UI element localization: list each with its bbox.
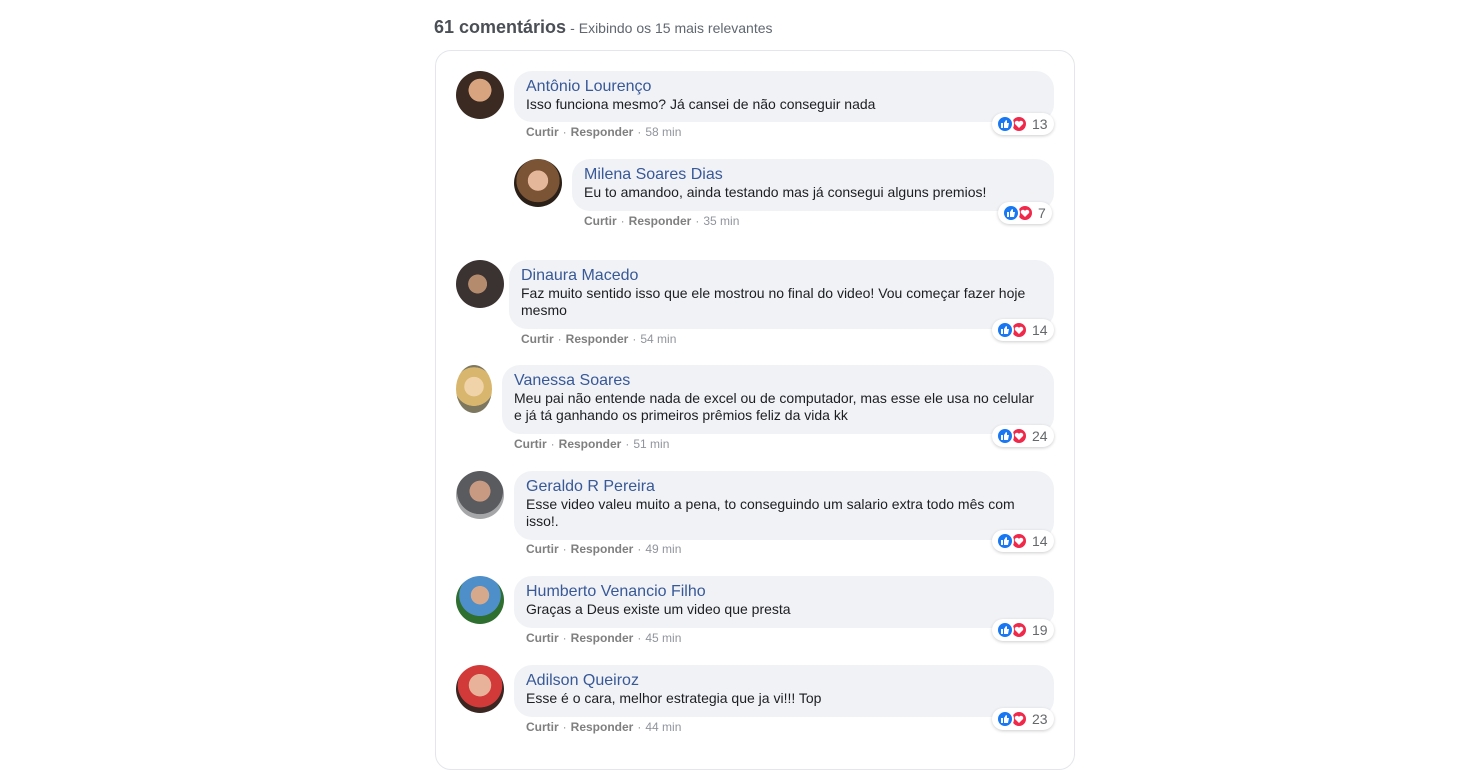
comment-count: 61 comentários [434, 17, 567, 37]
comment-bubble: Geraldo R Pereira Esse video valeu muito… [514, 471, 1054, 540]
comment-time[interactable]: 58 min [645, 125, 681, 139]
reply-link[interactable]: Responder [559, 437, 622, 451]
comment-author[interactable]: Geraldo R Pereira [526, 477, 1042, 496]
comment-author[interactable]: Dinaura Macedo [521, 266, 1042, 285]
comments-subtitle: Exibindo os 15 mais relevantes [578, 20, 773, 36]
like-link[interactable]: Curtir [526, 720, 559, 734]
reaction-summary[interactable]: 19 [992, 619, 1054, 641]
separator-dot: · [557, 332, 562, 346]
reaction-summary[interactable]: 14 [992, 530, 1054, 552]
comment-bubble: Antônio Lourenço Isso funciona mesmo? Já… [514, 71, 1054, 122]
separator-dot: · [632, 332, 637, 346]
reply-link[interactable]: Responder [566, 332, 629, 346]
reaction-count: 14 [1032, 322, 1048, 338]
avatar[interactable] [456, 665, 504, 713]
comment-actions: Curtir · Responder · 54 min [521, 332, 676, 346]
comment-actions: Curtir · Responder · 58 min [526, 125, 681, 139]
header-separator: - [570, 20, 575, 36]
reaction-count: 13 [1032, 116, 1048, 132]
reaction-count: 19 [1032, 622, 1048, 638]
reaction-summary[interactable]: 23 [992, 708, 1054, 730]
like-icon [996, 321, 1014, 339]
reply-link[interactable]: Responder [571, 542, 634, 556]
comment-time[interactable]: 51 min [633, 437, 669, 451]
comment-actions: Curtir · Responder · 51 min [514, 437, 669, 451]
comment-bubble: Milena Soares Dias Eu to amandoo, ainda … [572, 159, 1054, 211]
avatar[interactable] [456, 576, 504, 624]
comment-text: Faz muito sentido isso que ele mostrou n… [521, 285, 1026, 318]
reaction-count: 24 [1032, 428, 1048, 444]
reaction-count: 23 [1032, 711, 1048, 727]
reaction-summary[interactable]: 24 [992, 425, 1054, 447]
reaction-count: 14 [1032, 533, 1048, 549]
comment-time[interactable]: 49 min [645, 542, 681, 556]
like-link[interactable]: Curtir [584, 214, 617, 228]
comment-text: Eu to amandoo, ainda testando mas já con… [584, 184, 987, 200]
separator-dot: · [620, 214, 625, 228]
like-link[interactable]: Curtir [514, 437, 547, 451]
comment-actions: Curtir · Responder · 44 min [526, 720, 681, 734]
like-link[interactable]: Curtir [526, 542, 559, 556]
reaction-summary[interactable]: 7 [998, 202, 1052, 224]
comment-actions: Curtir · Responder · 45 min [526, 631, 681, 645]
comment-text: Isso funciona mesmo? Já cansei de não co… [526, 96, 876, 112]
like-icon [996, 621, 1014, 639]
comment-bubble: Adilson Queiroz Esse é o cara, melhor es… [514, 665, 1054, 717]
separator-dot: · [695, 214, 700, 228]
comment-author[interactable]: Antônio Lourenço [526, 77, 1042, 96]
comment-text: Meu pai não entende nada de excel ou de … [514, 390, 1034, 423]
comment-bubble: Dinaura Macedo Faz muito sentido isso qu… [509, 260, 1054, 329]
separator-dot: · [637, 631, 642, 645]
avatar[interactable] [456, 365, 492, 413]
like-icon [996, 710, 1014, 728]
separator-dot: · [562, 125, 567, 139]
separator-dot: · [637, 125, 642, 139]
like-icon [1002, 204, 1020, 222]
reply-link[interactable]: Responder [571, 720, 634, 734]
reaction-count: 7 [1038, 205, 1046, 221]
comment-text: Esse é o cara, melhor estrategia que ja … [526, 690, 822, 706]
separator-dot: · [562, 631, 567, 645]
like-link[interactable]: Curtir [521, 332, 554, 346]
avatar[interactable] [456, 71, 504, 119]
avatar[interactable] [456, 260, 504, 308]
like-link[interactable]: Curtir [526, 125, 559, 139]
comment-text: Esse video valeu muito a pena, to conseg… [526, 496, 1015, 529]
avatar[interactable] [456, 471, 504, 519]
comment-time[interactable]: 35 min [703, 214, 739, 228]
like-icon [996, 532, 1014, 550]
reaction-summary[interactable]: 14 [992, 319, 1054, 341]
comment-author[interactable]: Milena Soares Dias [584, 165, 1042, 184]
separator-dot: · [562, 720, 567, 734]
comment-bubble: Humberto Venancio Filho Graças a Deus ex… [514, 576, 1054, 628]
separator-dot: · [637, 542, 642, 556]
like-icon [996, 427, 1014, 445]
like-link[interactable]: Curtir [526, 631, 559, 645]
like-icon [996, 115, 1014, 133]
reply-link[interactable]: Responder [571, 125, 634, 139]
separator-dot: · [637, 720, 642, 734]
reply-link[interactable]: Responder [571, 631, 634, 645]
separator-dot: · [562, 542, 567, 556]
comment-time[interactable]: 44 min [645, 720, 681, 734]
comment-author[interactable]: Vanessa Soares [514, 371, 1042, 390]
separator-dot: · [550, 437, 555, 451]
reaction-summary[interactable]: 13 [992, 113, 1054, 135]
comment-bubble: Vanessa Soares Meu pai não entende nada … [502, 365, 1054, 434]
separator-dot: · [625, 437, 630, 451]
comment-time[interactable]: 45 min [645, 631, 681, 645]
comment-author[interactable]: Adilson Queiroz [526, 671, 1042, 690]
comment-time[interactable]: 54 min [640, 332, 676, 346]
comment-actions: Curtir · Responder · 35 min [584, 214, 739, 228]
comment-actions: Curtir · Responder · 49 min [526, 542, 681, 556]
comment-text: Graças a Deus existe um video que presta [526, 601, 791, 617]
reply-link[interactable]: Responder [629, 214, 692, 228]
comments-header: 61 comentários - Exibindo os 15 mais relev… [434, 17, 773, 38]
comment-author[interactable]: Humberto Venancio Filho [526, 582, 1042, 601]
avatar[interactable] [514, 159, 562, 207]
